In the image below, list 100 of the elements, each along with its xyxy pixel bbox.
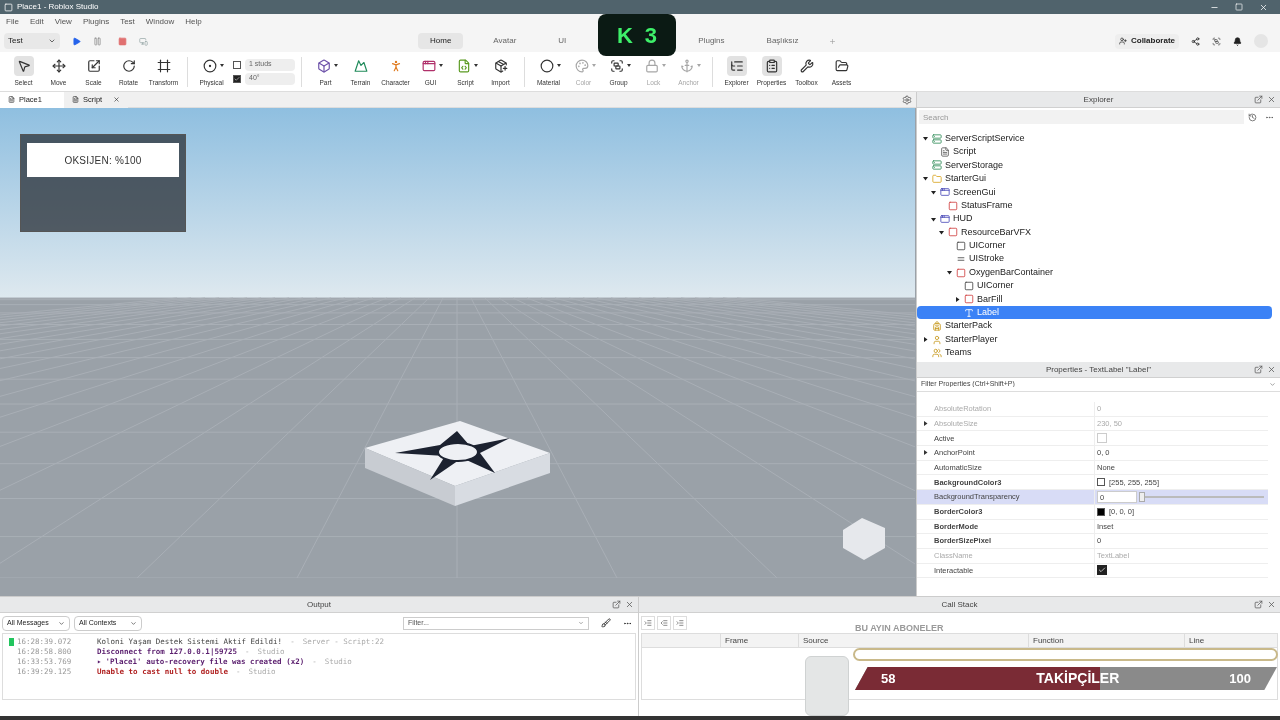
close-icon[interactable] — [1259, 2, 1268, 12]
pop-out-icon[interactable] — [1254, 95, 1263, 104]
close-icon[interactable] — [113, 96, 120, 103]
explorer-icon — [729, 58, 744, 73]
pop-out-icon[interactable] — [1254, 365, 1263, 374]
search-field[interactable]: Search — [919, 110, 1244, 124]
tree-item-label: UIStroke — [969, 252, 1004, 266]
ribbon-tab[interactable]: Home — [418, 33, 464, 49]
bell-icon[interactable] — [1233, 36, 1242, 46]
property-checkbox[interactable] — [1097, 565, 1107, 576]
tree-item[interactable]: Script — [917, 145, 1272, 159]
stop-icon[interactable] — [118, 36, 127, 46]
menu-item[interactable]: Test — [120, 16, 135, 28]
settings-icon[interactable] — [902, 94, 912, 105]
tree-item[interactable]: OxygenBarContainer — [917, 265, 1272, 280]
ribbon-tab[interactable]: Başlıksız — [754, 33, 811, 49]
snap-checkbox[interactable] — [233, 74, 241, 83]
color-swatch[interactable] — [1097, 507, 1105, 516]
grid-icon[interactable] — [1212, 36, 1221, 46]
script-icon — [940, 147, 950, 158]
expanded-arrow-icon[interactable] — [946, 270, 952, 276]
tree-item[interactable]: StarterPack — [917, 319, 1272, 333]
material-icon — [539, 58, 554, 73]
menu-item[interactable]: View — [54, 16, 72, 28]
column-header[interactable]: Function — [1028, 634, 1184, 647]
caret-icon — [333, 64, 338, 68]
step-out-icon[interactable] — [657, 616, 671, 630]
expanded-arrow-icon[interactable] — [938, 229, 944, 235]
snap-checkbox[interactable] — [233, 60, 241, 69]
slider-track[interactable] — [1139, 491, 1264, 502]
tree-item[interactable]: StarterPlayer — [917, 332, 1272, 347]
step-in-icon[interactable] — [641, 616, 655, 630]
column-header[interactable]: Line — [1184, 634, 1277, 647]
column-header[interactable]: Frame — [720, 634, 798, 647]
caret-icon — [219, 64, 224, 68]
menu-item[interactable]: Help — [185, 16, 202, 28]
menu-item[interactable]: Edit — [29, 16, 44, 28]
expanded-arrow-icon[interactable] — [930, 189, 936, 195]
followers-label: TAKİPÇİLER — [1036, 669, 1120, 688]
expanded-arrow-icon[interactable] — [922, 136, 928, 142]
tree-item-label: StarterPack — [945, 319, 993, 333]
tree-item[interactable]: StatusFrame — [917, 198, 1272, 213]
tree-item[interactable]: ScreenGui — [917, 185, 1272, 199]
gui-label[interactable]: OKSIJEN: %100 — [27, 143, 179, 177]
ribbon-tab[interactable]: UI — [546, 33, 579, 49]
menu-item[interactable]: Plugins — [82, 16, 110, 28]
viewport[interactable]: OKSIJEN: %100 — [0, 108, 916, 596]
window-title: Place1 - Roblox Studio — [17, 1, 99, 13]
clear-icon[interactable] — [601, 618, 611, 628]
tree-item[interactable]: ServerScriptService — [917, 132, 1272, 146]
expand-arrow-icon[interactable] — [923, 450, 928, 456]
caret-icon — [626, 64, 631, 68]
tree-item[interactable]: UIStroke — [917, 252, 1272, 266]
close-icon[interactable] — [1267, 365, 1276, 374]
pop-out-icon[interactable] — [612, 600, 621, 609]
gui-frame[interactable]: OKSIJEN: %100 — [20, 134, 186, 232]
pause-icon[interactable] — [93, 36, 102, 46]
menu-item[interactable]: File — [6, 16, 19, 28]
caret-icon[interactable] — [1269, 381, 1276, 388]
expanded-arrow-icon[interactable] — [922, 176, 928, 182]
step-over-icon[interactable] — [673, 616, 687, 630]
tree-item[interactable]: StarterGui — [917, 172, 1272, 186]
close-icon[interactable] — [1267, 95, 1276, 104]
ribbon-tab[interactable]: Plugins — [686, 33, 737, 49]
share-icon[interactable] — [1191, 36, 1200, 46]
caret-icon — [661, 64, 666, 68]
ribbon-tab[interactable]: Avatar — [481, 33, 529, 49]
storage-icon — [932, 160, 942, 171]
move-icon — [51, 58, 66, 73]
play-icon[interactable] — [72, 36, 81, 46]
mode-dropdown[interactable]: Test — [4, 33, 60, 49]
close-icon[interactable] — [625, 600, 634, 609]
tree-item[interactable]: ServerStorage — [917, 158, 1272, 173]
history-icon[interactable] — [1248, 112, 1257, 122]
tree-item[interactable]: Label — [917, 306, 1272, 320]
panel-title: Explorer — [1083, 93, 1114, 106]
color-swatch[interactable] — [1097, 478, 1105, 487]
folder-icon — [932, 173, 942, 184]
menu-item[interactable]: Window — [145, 16, 175, 28]
slider-thumb[interactable] — [1139, 491, 1145, 502]
tree-item-label: ScreenGui — [953, 185, 996, 199]
close-icon[interactable] — [1267, 600, 1276, 609]
tree-item[interactable]: HUD — [917, 212, 1272, 226]
lock-icon — [644, 58, 659, 73]
expanded-arrow-icon[interactable] — [930, 216, 936, 222]
expand-arrow-icon[interactable] — [923, 421, 928, 427]
tree-item[interactable]: Teams — [917, 346, 1272, 360]
collapsed-arrow-icon[interactable] — [922, 337, 928, 343]
tree-item[interactable]: ResourceBarVFX — [917, 225, 1272, 240]
collaborate-button[interactable]: Collaborate — [1115, 33, 1179, 49]
tree-item[interactable]: UICorner — [917, 239, 1272, 253]
tree-item[interactable]: BarFill — [917, 292, 1272, 307]
column-header[interactable]: Source — [798, 634, 1028, 647]
maximize-icon[interactable] — [1235, 2, 1243, 11]
tree-item-label: StatusFrame — [961, 198, 1013, 212]
collapsed-arrow-icon[interactable] — [954, 296, 960, 302]
people-icon — [932, 347, 942, 358]
caret-icon — [438, 64, 443, 68]
pop-out-icon[interactable] — [1254, 600, 1263, 609]
tree-item[interactable]: UICorner — [917, 279, 1272, 293]
